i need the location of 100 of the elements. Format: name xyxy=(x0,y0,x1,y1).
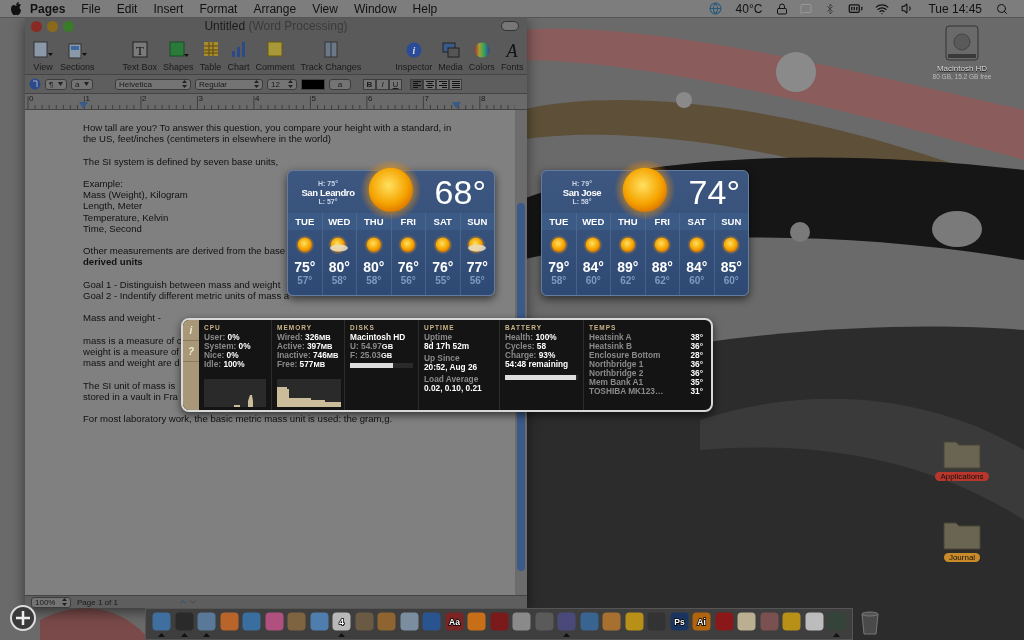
app-icon[interactable] xyxy=(399,612,419,631)
stat-value: 20:52, Aug 26 xyxy=(424,363,479,372)
toolbar-button[interactable]: T Text Box xyxy=(119,41,161,72)
menu-item[interactable]: File xyxy=(73,1,109,16)
running-indicator-icon xyxy=(203,633,210,637)
app-icon[interactable] xyxy=(782,612,801,631)
align-button[interactable] xyxy=(410,78,423,90)
paragraph: Example: Mass (Weight), Kilogram Length, Meter Temperature, Kelvin Time, Second xyxy=(83,178,188,234)
sun-icon xyxy=(652,235,673,255)
menu-item[interactable]: Insert xyxy=(145,1,192,16)
app-icon[interactable]: Aa xyxy=(444,612,464,631)
sun-icon xyxy=(617,235,638,255)
globe-icon[interactable] xyxy=(708,2,722,15)
typeface-select[interactable]: Regular xyxy=(195,78,263,90)
paragraph-icon[interactable] xyxy=(29,78,41,90)
menu-item[interactable]: Window xyxy=(345,1,405,16)
toolbar-toggle-button[interactable] xyxy=(501,21,519,31)
zoom-button[interactable] xyxy=(63,20,74,32)
sensor-temperature: 31° xyxy=(690,387,703,396)
folder-label[interactable]: Applications xyxy=(935,472,989,481)
app-icon[interactable] xyxy=(309,612,329,631)
menu-item[interactable]: Help xyxy=(404,1,446,16)
help-button[interactable]: ? xyxy=(183,341,199,362)
align-button[interactable] xyxy=(436,78,449,90)
day-high: 75° xyxy=(294,259,316,275)
app-icon[interactable] xyxy=(467,612,486,631)
menu-item[interactable]: View xyxy=(304,1,346,16)
align-button[interactable] xyxy=(449,78,462,90)
ruler-number: 5 xyxy=(311,94,316,103)
day-name: TUE xyxy=(542,213,576,230)
ruler-number: 2 xyxy=(142,94,147,103)
next-page-icon[interactable] xyxy=(187,597,198,607)
temperature-reading[interactable]: 40°C xyxy=(727,1,771,16)
highlight-button[interactable]: a xyxy=(329,78,351,90)
day-low: 58° xyxy=(366,275,382,286)
paragraph-style-select[interactable]: ¶ xyxy=(45,78,67,90)
search-icon[interactable] xyxy=(996,2,1008,15)
wifi-icon[interactable] xyxy=(875,1,890,16)
app-icon[interactable] xyxy=(197,612,216,631)
app-icon[interactable] xyxy=(804,612,824,631)
sun-icon xyxy=(686,235,707,255)
menu-item[interactable]: Format xyxy=(191,1,246,16)
zoom-select[interactable]: 100% xyxy=(31,596,71,608)
menu-item[interactable]: Edit xyxy=(108,1,146,16)
app-icon[interactable]: 4 xyxy=(332,612,351,631)
trash-icon[interactable] xyxy=(861,611,879,635)
toolbar-button[interactable]: A Fonts xyxy=(497,41,527,72)
folder-label[interactable]: Journal xyxy=(943,553,981,562)
stat-row-text: Nice: 0% xyxy=(204,351,240,360)
font-size-select[interactable]: 12 xyxy=(267,78,297,90)
font-icon: A xyxy=(501,41,524,59)
toolbar-button[interactable]: Table xyxy=(196,41,225,72)
app-icon[interactable] xyxy=(737,612,756,631)
character-style-select[interactable]: a xyxy=(71,78,93,90)
day-high: 88° xyxy=(651,259,673,275)
clock[interactable]: Tue 14:45 xyxy=(920,1,990,16)
stepper-icon xyxy=(62,598,67,606)
toolbar-button[interactable]: Sections xyxy=(57,41,98,72)
icon-label[interactable]: Macintosh HD xyxy=(936,64,988,73)
apple-icon[interactable] xyxy=(10,1,22,16)
stat-value: 8d 17h 52m xyxy=(424,342,471,351)
previous-page-icon[interactable] xyxy=(177,597,188,607)
sun-icon xyxy=(721,235,742,255)
align-button[interactable] xyxy=(423,78,436,90)
toolbar-button[interactable]: View xyxy=(29,41,57,72)
app-icon[interactable]: Ps xyxy=(669,612,689,631)
app-icon[interactable] xyxy=(219,612,239,631)
sensor-temperature: 38° xyxy=(690,333,703,342)
sensor-name: Northbridge 2 xyxy=(589,369,644,378)
toolbar-button[interactable]: Media xyxy=(435,41,466,72)
text-color-well[interactable] xyxy=(301,78,325,90)
app-menu[interactable]: Pages xyxy=(22,1,74,16)
sun-cloud-icon xyxy=(466,235,489,255)
sun-icon xyxy=(363,235,384,255)
day-name: SUN xyxy=(714,213,748,230)
day-low: 60° xyxy=(723,275,739,286)
info-button[interactable]: i xyxy=(183,320,199,341)
app-icon[interactable] xyxy=(512,612,531,631)
app-icon[interactable] xyxy=(602,612,621,631)
font-select[interactable]: Helvetica xyxy=(115,78,191,90)
close-button[interactable] xyxy=(31,20,42,32)
chat-icon[interactable] xyxy=(800,2,813,15)
running-indicator-icon xyxy=(180,633,188,637)
lock-icon[interactable] xyxy=(776,2,789,15)
app-icon[interactable] xyxy=(624,612,644,631)
style-button[interactable]: I xyxy=(376,78,389,90)
style-button[interactable]: U xyxy=(389,78,402,90)
menu-item[interactable]: Arrange xyxy=(245,1,305,16)
style-button[interactable]: B xyxy=(363,78,376,90)
current-temperature: 68° xyxy=(434,175,486,209)
stat-row-text: System: 0% xyxy=(204,342,252,351)
running-indicator-icon xyxy=(563,633,570,637)
day-high: 79° xyxy=(548,259,570,275)
battery-icon[interactable] xyxy=(848,1,864,16)
running-indicator-icon xyxy=(338,633,345,637)
paragraph: Mass and weight - xyxy=(83,312,161,324)
day-name: TUE xyxy=(288,213,322,230)
minimize-button[interactable] xyxy=(47,20,58,32)
app-icon[interactable]: Ai xyxy=(692,612,711,631)
ruler-number: 8 xyxy=(481,94,486,103)
